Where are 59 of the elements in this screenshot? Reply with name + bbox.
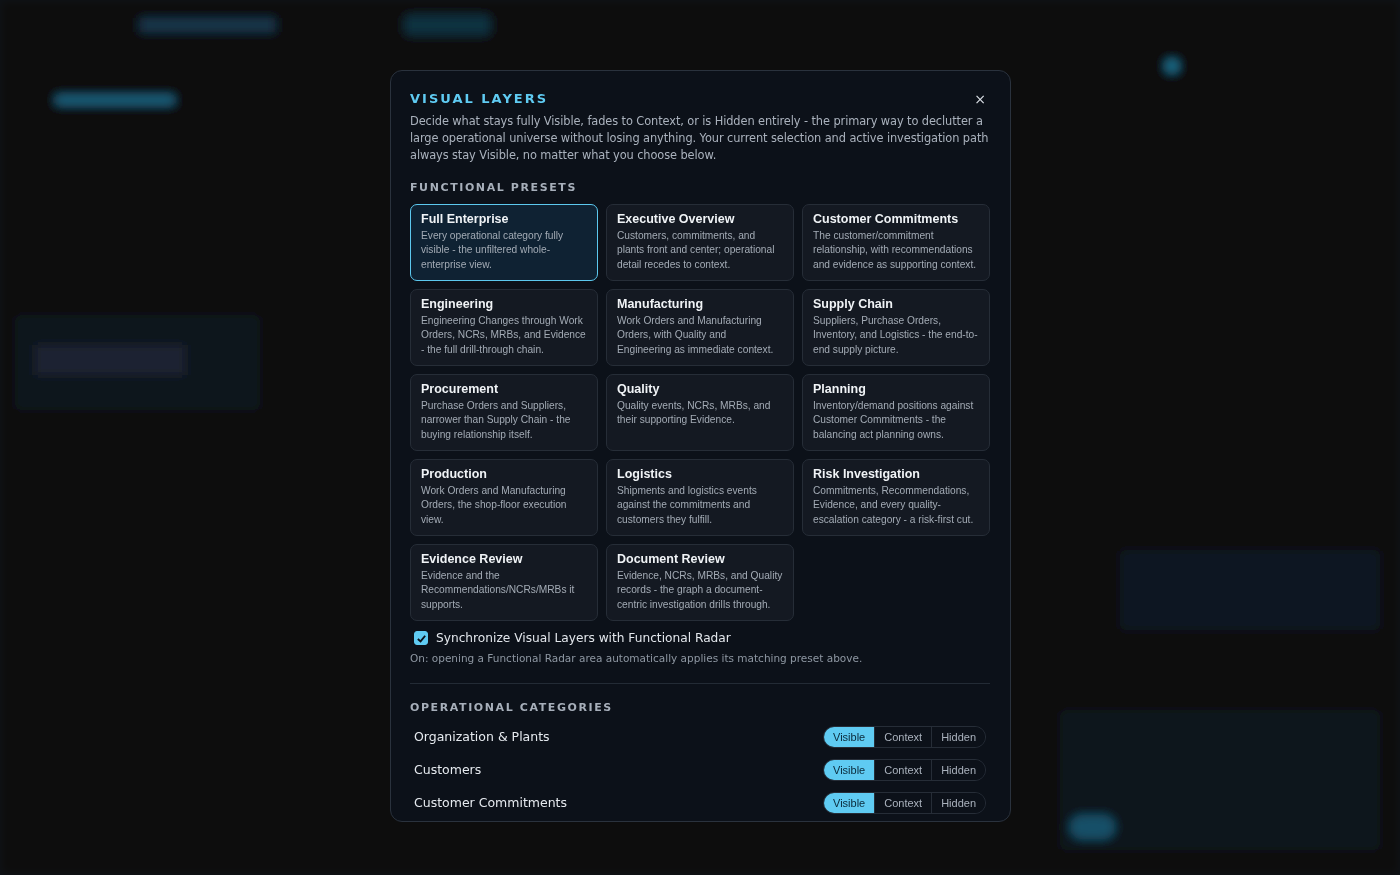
preset-description: Evidence, NCRs, MRBs, and Quality records - the graph a document-centric investigation drills through. <box>617 569 783 612</box>
preset-card[interactable]: Manufacturing Work Orders and Manufacturing Orders, with Quality and Engineering as immediate context. <box>606 289 794 366</box>
category-name: Customers <box>414 760 482 779</box>
preset-card[interactable]: Logistics Shipments and logistics events against the commitments and customers they fulfill. <box>606 459 794 536</box>
preset-card[interactable]: Engineering Engineering Changes through Work Orders, NCRs, MRBs, and Evidence - the full drill-through chain. <box>410 289 598 366</box>
visibility-option[interactable]: Visible <box>824 760 875 781</box>
category-name: Organization & Plants <box>414 727 550 746</box>
preset-title: Manufacturing <box>617 297 705 312</box>
preset-description: Every operational category fully visible - the unfiltered whole-enterprise view. <box>421 229 565 272</box>
sync-note: On: opening a Functional Radar area automatically applies its matching preset above. <box>410 651 864 667</box>
section-heading: OPERATIONAL CATEGORIES <box>410 700 614 717</box>
preset-description: Commitments, Recommendations, Evidence, and every quality-escalation category - a risk-first cut. <box>813 484 975 527</box>
dialog-description: Decide what stays fully Visible, fades to Context, or is Hidden entirely - the primary way to declutter a large operational universe without losing anything. Your current selection and active investigation path always stay Visible, no matter what you choose below. <box>410 112 990 164</box>
preset-description: Suppliers, Purchase Orders, Inventory, and Logistics - the end-to-end supply picture. <box>813 314 979 357</box>
preset-card[interactable]: Risk Investigation Commitments, Recommendations, Evidence, and every quality-escalation category - a risk-first cut. <box>802 459 990 536</box>
preset-description: Engineering Changes through Work Orders, NCRs, MRBs, and Evidence - the full drill-through chain. <box>421 314 587 357</box>
preset-card[interactable]: Executive Overview Customers, commitments, and plants front and center; operational detail recedes to context. <box>606 204 794 281</box>
preset-title: Engineering <box>421 297 495 312</box>
preset-title: Full Enterprise <box>421 212 510 227</box>
preset-title: Logistics <box>617 467 673 482</box>
preset-title: Risk Investigation <box>813 467 921 482</box>
visibility-option[interactable]: Hidden <box>931 760 985 781</box>
preset-card[interactable]: Evidence Review Evidence and the Recommendations/NCRs/MRBs it supports. <box>410 544 598 621</box>
preset-description: Customers, commitments, and plants front and center; operational detail recedes to context. <box>617 229 776 272</box>
preset-title: Planning <box>813 382 867 397</box>
preset-card[interactable]: Planning Inventory/demand positions against Customer Commitments - the balancing act planning owns. <box>802 374 990 451</box>
preset-card[interactable]: Production Work Orders and Manufacturing Orders, the shop-floor execution view. <box>410 459 598 536</box>
preset-title: Executive Overview <box>617 212 736 227</box>
category-name: Customer Commitments <box>414 793 567 812</box>
preset-description: Quality events, NCRs, MRBs, and their supporting Evidence. <box>617 399 772 428</box>
preset-description: Shipments and logistics events against the commitments and customers they fulfill. <box>617 484 758 527</box>
preset-card[interactable]: Procurement Purchase Orders and Suppliers, narrower than Supply Chain - the buying relationship itself. <box>410 374 598 451</box>
preset-description: Work Orders and Manufacturing Orders, the shop-floor execution view. <box>421 484 568 527</box>
preset-title: Document Review <box>617 552 726 567</box>
preset-card[interactable]: Supply Chain Suppliers, Purchase Orders, Inventory, and Logistics - the end-to-end supply picture. <box>802 289 990 366</box>
preset-description: Inventory/demand positions against Customer Commitments - the balancing act planning owns. <box>813 399 975 442</box>
visibility-option[interactable]: Visible <box>824 793 875 814</box>
preset-description: Evidence and the Recommendations/NCRs/MRBs it supports. <box>421 569 576 612</box>
section-heading: FUNCTIONAL PRESETS <box>410 179 578 196</box>
sync-checkbox[interactable] <box>414 631 428 646</box>
preset-title: Supply Chain <box>813 297 894 312</box>
preset-title: Evidence Review <box>421 552 524 567</box>
visibility-option[interactable]: Hidden <box>931 793 985 814</box>
preset-title: Production <box>421 467 488 482</box>
preset-card[interactable]: Quality Quality events, NCRs, MRBs, and their supporting Evidence. <box>606 374 794 451</box>
visibility-option[interactable]: Visible <box>824 727 875 748</box>
preset-card[interactable]: Customer Commitments The customer/commitment relationship, with recommendations and evidence as supporting context. <box>802 204 990 281</box>
close-button[interactable]: × <box>970 91 990 106</box>
preset-title: Quality <box>617 382 661 397</box>
preset-title: Procurement <box>421 382 500 397</box>
visibility-option[interactable]: Hidden <box>931 727 985 748</box>
dialog-title: VISUAL LAYERS <box>410 90 549 108</box>
preset-description: Work Orders and Manufacturing Orders, with Quality and Engineering as immediate context. <box>617 314 775 357</box>
preset-card[interactable]: Document Review Evidence, NCRs, MRBs, and Quality records - the graph a document-centric investigation drills through. <box>606 544 794 621</box>
preset-description: The customer/commitment relationship, with recommendations and evidence as supporting context. <box>813 229 978 272</box>
sync-label: Synchronize Visual Layers with Functional Radar <box>436 630 731 647</box>
preset-card[interactable]: Full Enterprise Every operational category fully visible - the unfiltered whole-enterprise view. <box>410 204 598 281</box>
preset-description: Purchase Orders and Suppliers, narrower than Supply Chain - the buying relationship itself. <box>421 399 572 442</box>
preset-title: Customer Commitments <box>813 212 960 227</box>
